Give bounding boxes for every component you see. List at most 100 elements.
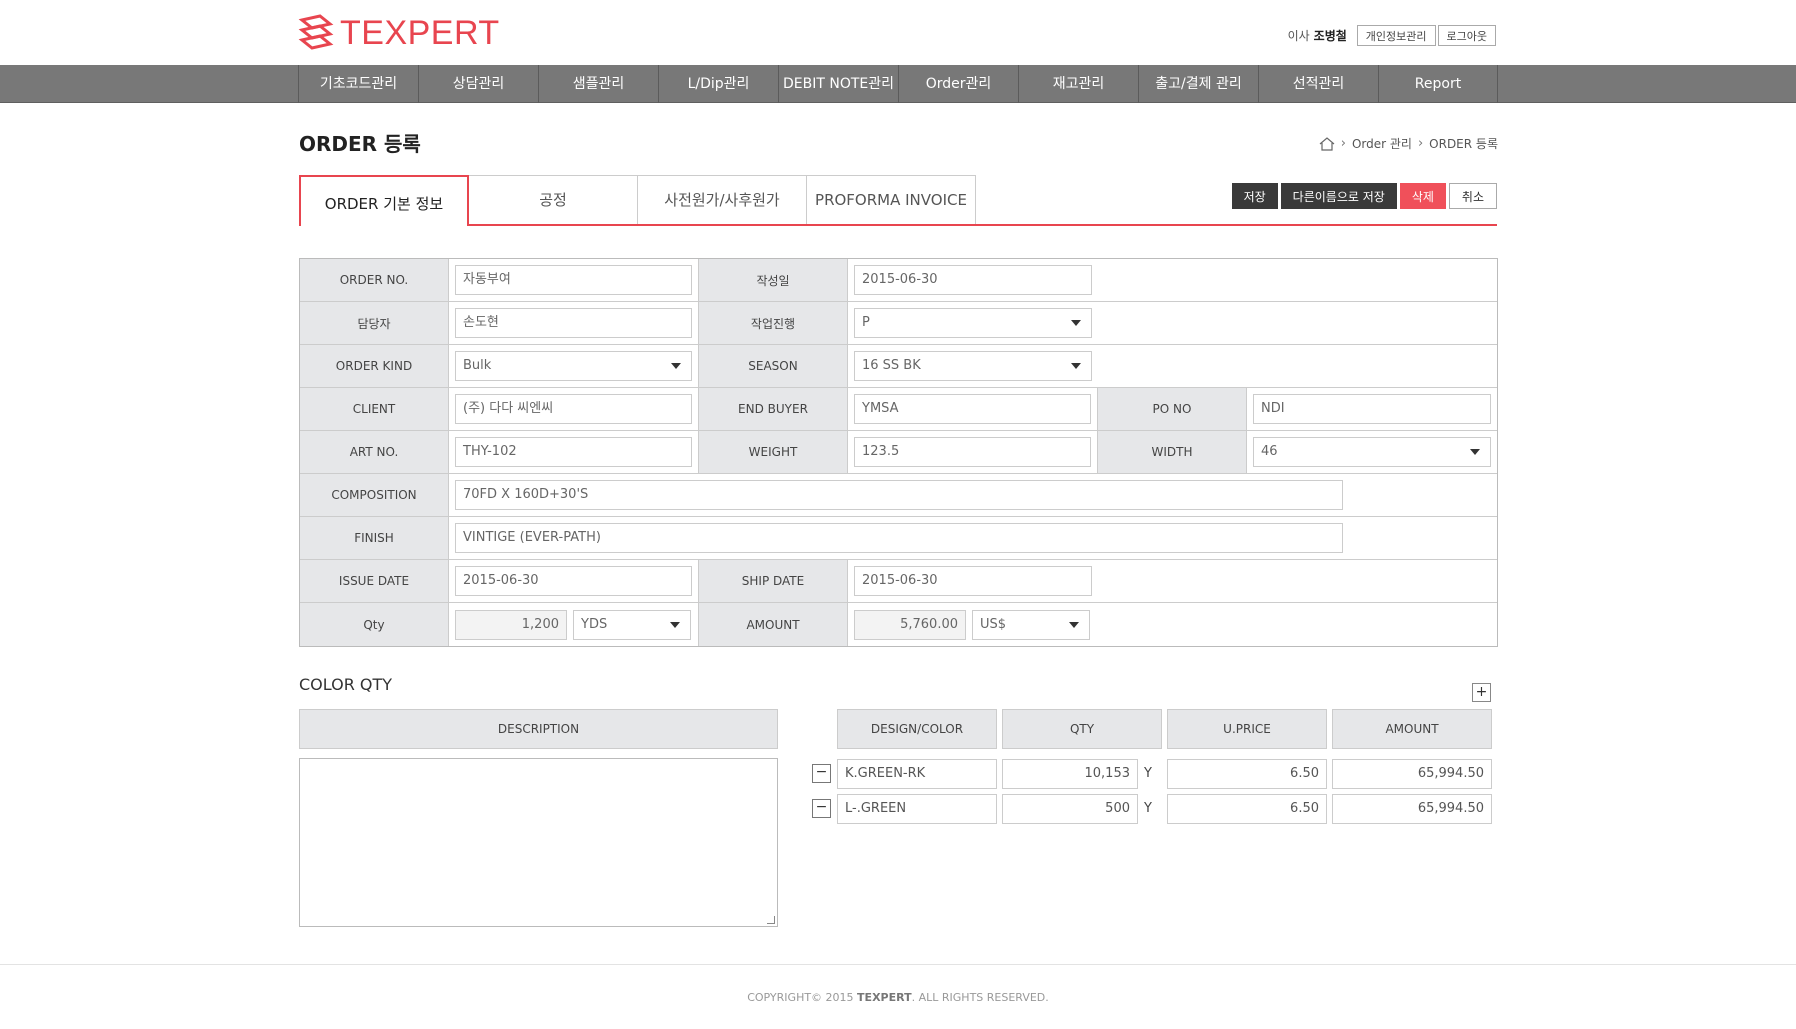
nav-item-inventory[interactable]: 재고관리 <box>1018 65 1138 103</box>
page-title: ORDER 등록 <box>299 132 421 156</box>
issue-date-field[interactable]: 2015-06-30 <box>455 566 692 596</box>
row-unit: Y <box>1144 766 1152 781</box>
logout-button[interactable]: 로그아웃 <box>1437 25 1496 46</box>
logo[interactable]: TEXPERT <box>298 13 500 53</box>
color-qty-title: COLOR QTY <box>299 675 393 694</box>
finish-label: FINISH <box>300 517 449 559</box>
progress-label: 작업진행 <box>699 302 848 344</box>
form-row: 담당자 손도현 작업진행 P <box>300 302 1497 345</box>
row-qty-field[interactable]: 500 <box>1002 794 1138 824</box>
chevron-right-icon: › <box>1417 136 1424 151</box>
form-row: COMPOSITION 70FD X 160D+30'S <box>300 474 1497 517</box>
add-row-button[interactable]: + <box>1472 683 1491 702</box>
row-color-field[interactable]: L-.GREEN <box>837 794 997 824</box>
nav-item-ldip[interactable]: L/Dip관리 <box>658 65 778 103</box>
design-color-header: DESIGN/COLOR <box>837 709 997 749</box>
season-label: SEASON <box>699 345 848 387</box>
home-icon[interactable] <box>1319 136 1335 151</box>
row-amount-field[interactable]: 65,994.50 <box>1332 759 1492 789</box>
row-qty-field[interactable]: 10,153 <box>1002 759 1138 789</box>
tab-cost[interactable]: 사전원가/사후원가 <box>637 175 807 225</box>
copyright-suffix: . ALL RIGHTS RESERVED. <box>911 991 1049 1004</box>
end-buyer-field[interactable]: YMSA <box>854 394 1091 424</box>
end-buyer-label: END BUYER <box>699 388 848 430</box>
nav-item-basic-code[interactable]: 기초코드관리 <box>298 65 418 103</box>
amount-label: AMOUNT <box>699 603 848 646</box>
nav-item-order[interactable]: Order관리 <box>898 65 1018 103</box>
art-no-field[interactable]: THY-102 <box>455 437 692 467</box>
remove-row-button[interactable]: − <box>812 764 831 783</box>
nav-item-debit-note[interactable]: DEBIT NOTE관리 <box>778 65 898 103</box>
row-amount-field[interactable]: 65,994.50 <box>1332 794 1492 824</box>
nav-item-shipping-payment[interactable]: 출고/결제 관리 <box>1138 65 1258 103</box>
client-field[interactable]: (주) 다다 씨엔씨 <box>455 394 692 424</box>
form-row: ORDER NO. 자동부여 작성일 2015-06-30 <box>300 259 1497 302</box>
breadcrumb-item-order[interactable]: Order 관리 <box>1352 135 1412 152</box>
client-label: CLIENT <box>300 388 449 430</box>
save-as-button[interactable]: 다른이름으로 저장 <box>1280 183 1397 209</box>
form-row: CLIENT (주) 다다 씨엔씨 END BUYER YMSA PO NO N… <box>300 388 1497 431</box>
chevron-right-icon: › <box>1340 136 1346 151</box>
row-price-field[interactable]: 6.50 <box>1167 759 1327 789</box>
weight-label: WEIGHT <box>699 431 848 473</box>
description-header: DESCRIPTION <box>299 709 778 749</box>
ship-date-field[interactable]: 2015-06-30 <box>854 566 1092 596</box>
width-select[interactable]: 46 <box>1253 437 1491 467</box>
amount-field[interactable]: 5,760.00 <box>854 609 966 640</box>
tab-order-info[interactable]: ORDER 기본 정보 <box>299 175 469 226</box>
created-date-label: 작성일 <box>699 259 848 301</box>
save-button[interactable]: 저장 <box>1231 183 1278 209</box>
texpert-logo-icon <box>298 14 334 50</box>
copyright-brand: TEXPERT <box>857 991 912 1004</box>
order-no-field[interactable]: 자동부여 <box>455 265 692 295</box>
manager-label: 담당자 <box>300 302 449 344</box>
manager-field[interactable]: 손도현 <box>455 308 692 338</box>
description-textarea[interactable] <box>299 758 778 927</box>
order-kind-select[interactable]: Bulk <box>455 351 692 381</box>
tab-process[interactable]: 공정 <box>468 175 638 225</box>
row-color-field[interactable]: K.GREEN-RK <box>837 759 997 789</box>
copyright: COPYRIGHT© 2015 TEXPERT. ALL RIGHTS RESE… <box>0 991 1796 1004</box>
resize-handle-icon[interactable] <box>767 916 775 924</box>
progress-select[interactable]: P <box>854 308 1092 338</box>
amount-header: AMOUNT <box>1332 709 1492 749</box>
nav-item-consult[interactable]: 상담관리 <box>418 65 538 103</box>
qty-field[interactable]: 1,200 <box>455 609 567 640</box>
form-row: ISSUE DATE 2015-06-30 SHIP DATE 2015-06-… <box>300 560 1497 603</box>
logo-text: TEXPERT <box>340 14 500 52</box>
form-row: ORDER KIND Bulk SEASON 16 SS BK <box>300 345 1497 388</box>
order-kind-label: ORDER KIND <box>300 345 449 387</box>
nav-item-shipment[interactable]: 선적관리 <box>1258 65 1378 103</box>
row-unit: Y <box>1144 801 1152 816</box>
tab-proforma-invoice[interactable]: PROFORMA INVOICE <box>806 175 976 225</box>
art-no-label: ART NO. <box>300 431 449 473</box>
qty-unit-select[interactable]: YDS <box>573 609 691 640</box>
season-select[interactable]: 16 SS BK <box>854 351 1092 381</box>
delete-button[interactable]: 삭제 <box>1399 183 1446 209</box>
cancel-button[interactable]: 취소 <box>1448 183 1497 209</box>
qty-header: QTY <box>1002 709 1162 749</box>
width-label: WIDTH <box>1098 431 1247 473</box>
action-buttons: 저장 다른이름으로 저장 삭제 취소 <box>1231 183 1497 209</box>
tab-bar: ORDER 기본 정보 공정 사전원가/사후원가 PROFORMA INVOIC… <box>299 175 976 226</box>
composition-field[interactable]: 70FD X 160D+30'S <box>455 480 1343 510</box>
footer: COPYRIGHT© 2015 TEXPERT. ALL RIGHTS RESE… <box>0 964 1796 1029</box>
unit-price-header: U.PRICE <box>1167 709 1327 749</box>
order-no-label: ORDER NO. <box>300 259 449 301</box>
nav-item-sample[interactable]: 샘플관리 <box>538 65 658 103</box>
currency-select[interactable]: US$ <box>972 609 1090 640</box>
weight-field[interactable]: 123.5 <box>854 437 1091 467</box>
tab-underline <box>299 224 1497 226</box>
profile-button[interactable]: 개인정보관리 <box>1356 25 1436 46</box>
po-no-field[interactable]: NDI <box>1253 394 1491 424</box>
ship-date-label: SHIP DATE <box>699 560 848 602</box>
form-row: FINISH VINTIGE (EVER-PATH) <box>300 517 1497 560</box>
copyright-prefix: COPYRIGHT© 2015 <box>747 991 854 1004</box>
created-date-field[interactable]: 2015-06-30 <box>854 265 1092 295</box>
remove-row-button[interactable]: − <box>812 799 831 818</box>
user-area: 이사 조병철 개인정보관리 로그아웃 <box>1288 25 1496 46</box>
nav-item-report[interactable]: Report <box>1378 65 1498 103</box>
finish-field[interactable]: VINTIGE (EVER-PATH) <box>455 523 1343 553</box>
row-price-field[interactable]: 6.50 <box>1167 794 1327 824</box>
user-title: 이사 <box>1287 29 1310 43</box>
